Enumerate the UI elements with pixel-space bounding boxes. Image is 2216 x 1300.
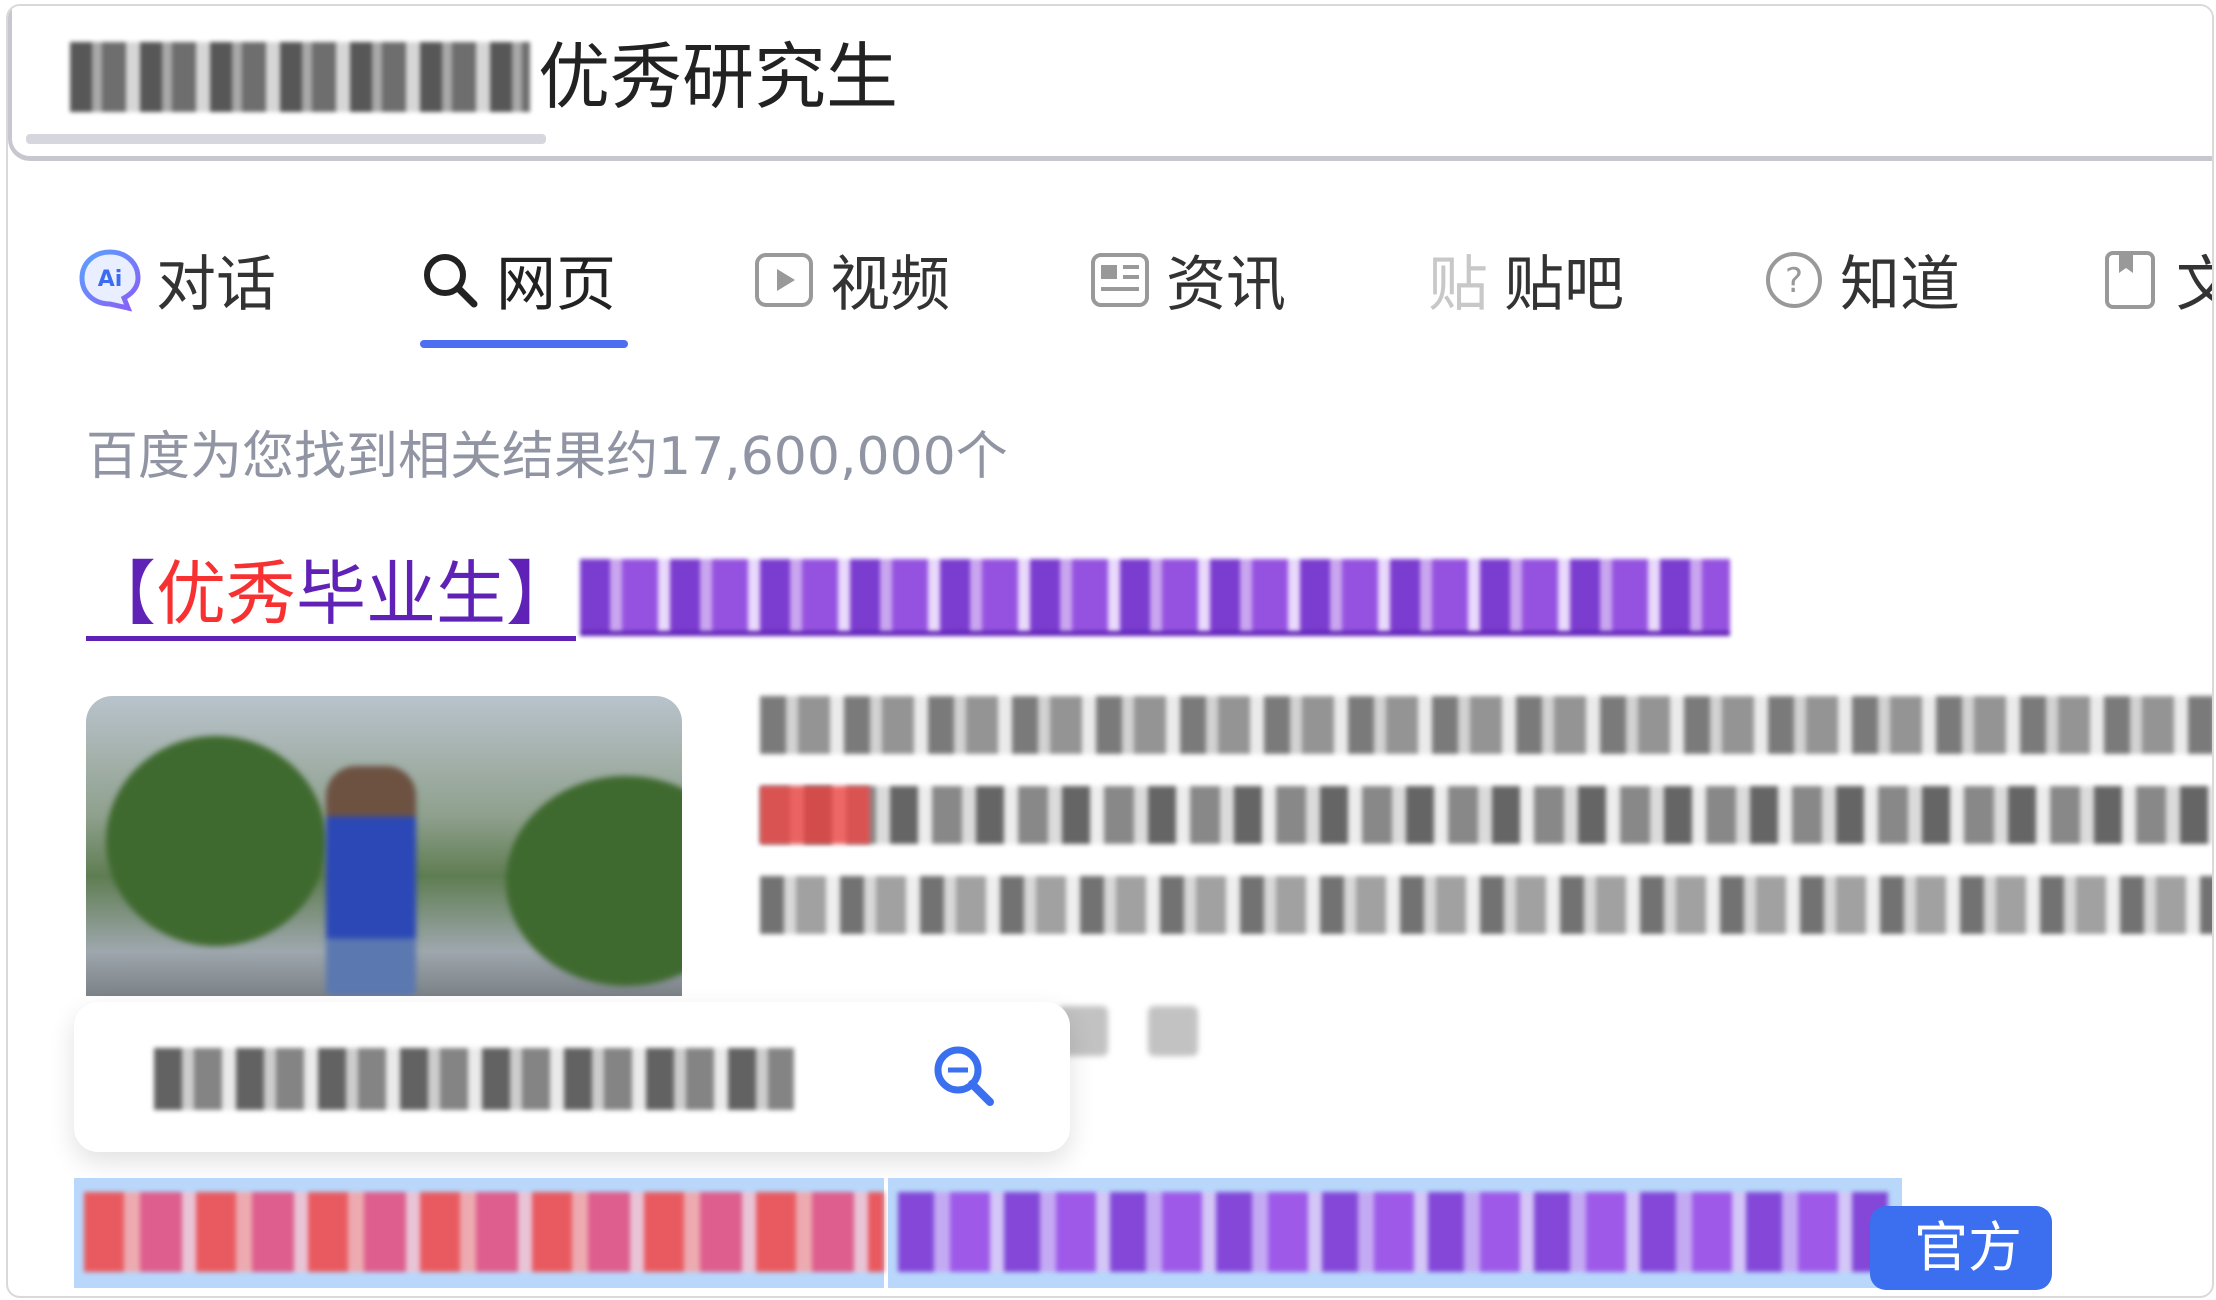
- tab-label: 视频: [830, 250, 950, 320]
- ai-chat-icon: Ai: [78, 248, 142, 312]
- query-underline: [26, 134, 546, 144]
- tab-label: 对话: [156, 250, 276, 320]
- result-meta: [1058, 1006, 1198, 1056]
- thumbnail-detail: [106, 736, 326, 946]
- redacted-text: [70, 42, 530, 112]
- related-search-popup[interactable]: [74, 1002, 1070, 1152]
- tieba-icon: 贴: [1428, 250, 1488, 320]
- tab-label: 贴吧: [1504, 250, 1624, 320]
- tab-tieba[interactable]: 贴 贴吧: [1426, 236, 1624, 323]
- snippet-emphasis: [760, 786, 870, 844]
- result-title-link[interactable]: 【优秀毕业生】: [86, 554, 1730, 641]
- redacted-text: [154, 1048, 794, 1110]
- official-badge: 官方: [1870, 1206, 2052, 1290]
- search-box[interactable]: 优秀研究生: [8, 6, 2212, 161]
- active-tab-indicator: [420, 340, 628, 348]
- tab-zhidao[interactable]: ? 知道: [1762, 236, 1960, 323]
- result-snippet-line: [760, 786, 2212, 844]
- redacted-text: [580, 559, 1730, 636]
- tab-web[interactable]: 网页: [418, 236, 616, 323]
- thumbnail-detail: [506, 776, 682, 986]
- svg-text:Ai: Ai: [98, 267, 123, 292]
- tab-video[interactable]: 视频: [752, 236, 950, 323]
- tab-label: 资讯: [1166, 250, 1286, 320]
- selection-highlight: [74, 1178, 884, 1288]
- result-snippet-line: [760, 876, 2212, 934]
- redacted-text: [84, 1192, 884, 1272]
- search-query[interactable]: 优秀研究生: [70, 32, 898, 122]
- search-icon: [418, 248, 482, 312]
- video-icon: [752, 248, 816, 312]
- browser-frame: 优秀研究生 Ai 对话 网页 视频 资讯 贴 贴吧 ? 知道 百度为您找到相关结…: [6, 4, 2214, 1298]
- result-count: 百度为您找到相关结果约17,600,000个: [86, 427, 1008, 487]
- result-thumbnail[interactable]: [86, 696, 682, 996]
- title-text: 【优秀毕业生】: [86, 554, 576, 641]
- tab-label: 知道: [1840, 250, 1960, 320]
- result-title-link[interactable]: [74, 1178, 1902, 1288]
- doc-icon: [2098, 248, 2162, 312]
- selection-highlight: [888, 1178, 1902, 1288]
- tab-label: 网页: [496, 250, 616, 320]
- tab-dialogue[interactable]: Ai 对话: [78, 236, 276, 323]
- tab-wenku[interactable]: 文: [2098, 236, 2212, 323]
- svg-text:?: ?: [1785, 261, 1803, 301]
- search-query-text: 优秀研究生: [538, 35, 899, 119]
- result-snippet-line: [760, 696, 2212, 754]
- tab-news[interactable]: 资讯: [1088, 236, 1286, 323]
- search-icon[interactable]: [924, 1036, 1004, 1116]
- tab-label: 文: [2176, 236, 2212, 323]
- thumbnail-detail: [326, 766, 416, 996]
- more-icon: [1148, 1006, 1198, 1056]
- vertical-tabs: Ai 对话 网页 视频 资讯 贴 贴吧 ? 知道: [8, 216, 2212, 356]
- question-icon: ?: [1762, 248, 1826, 312]
- news-icon: [1088, 248, 1152, 312]
- redacted-text: [898, 1192, 1888, 1272]
